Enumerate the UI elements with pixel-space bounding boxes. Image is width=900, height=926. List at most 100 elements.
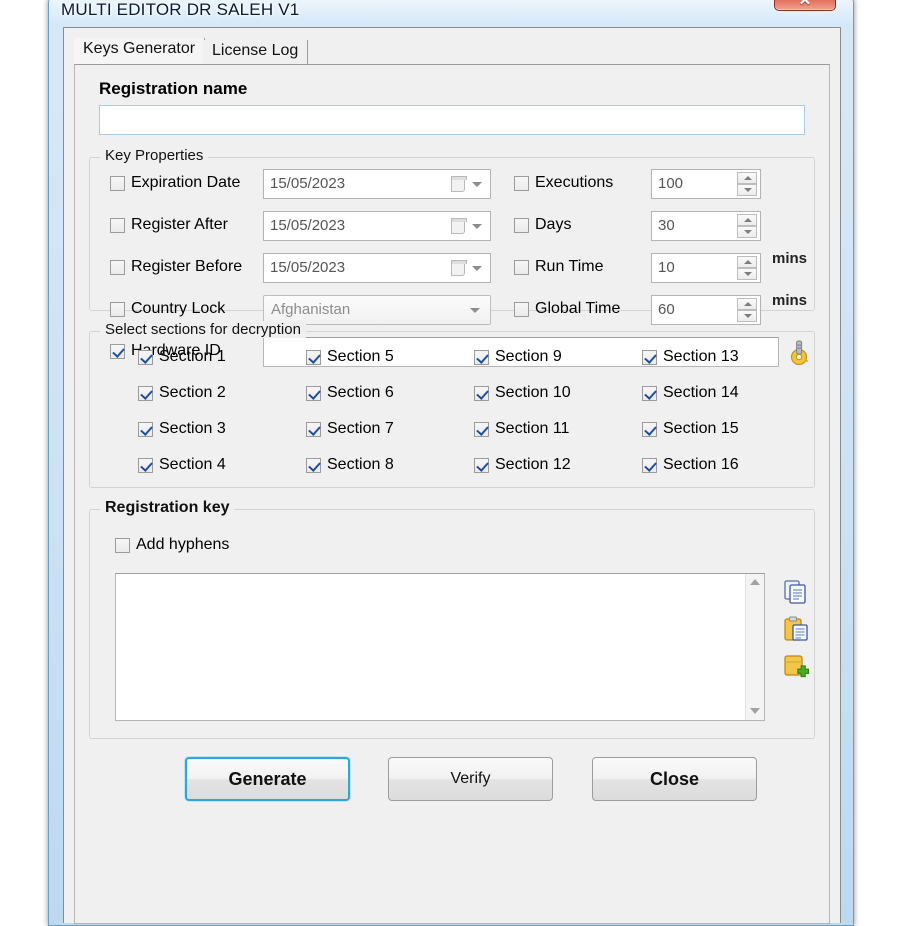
add-hyphens-row: Add hyphens: [115, 536, 229, 554]
stepper-buttons: [737, 298, 757, 323]
add-hyphens-checkbox[interactable]: [115, 537, 130, 553]
register-before-checkbox[interactable]: [110, 259, 125, 275]
section-label-14: Section 14: [663, 384, 739, 401]
sections-group: Select sections for decryption Section 1…: [89, 321, 815, 488]
add-icon[interactable]: [782, 652, 810, 680]
calendar-icon: [451, 218, 467, 234]
section-label-6: Section 6: [327, 384, 394, 401]
stepper-up-icon[interactable]: [737, 172, 757, 184]
section-checkbox-15[interactable]: [642, 421, 657, 437]
register-before-value: 15/05/2023: [270, 259, 346, 276]
executions-checkbox[interactable]: [514, 175, 529, 191]
registration-key-scrollbar[interactable]: [745, 574, 764, 720]
section-checkbox-3[interactable]: [138, 421, 153, 437]
days-checkbox[interactable]: [514, 217, 529, 233]
registration-key-group: Registration key Add hyphens: [89, 499, 815, 739]
section-checkbox-8[interactable]: [306, 457, 321, 473]
key-property-right-row: Global Time: [514, 300, 620, 318]
country-lock-checkbox[interactable]: [110, 301, 125, 317]
stepper-up-icon[interactable]: [737, 256, 757, 268]
section-checkbox-10[interactable]: [474, 385, 489, 401]
global-time-value: 60: [658, 301, 675, 318]
stepper-down-icon[interactable]: [737, 310, 757, 322]
section-label-11: Section 11: [495, 420, 570, 437]
section-checkbox-12[interactable]: [474, 457, 489, 473]
section-checkbox-row: Section 12: [474, 456, 571, 474]
stepper-buttons: [737, 256, 757, 281]
run-time-label: Run Time: [535, 258, 604, 275]
days-label: Days: [535, 216, 572, 233]
register-after-date-picker[interactable]: 15/05/2023: [263, 211, 491, 241]
register-after-checkbox[interactable]: [110, 217, 125, 233]
unit-label-3: mins: [772, 292, 808, 309]
section-checkbox-13[interactable]: [642, 349, 657, 365]
section-checkbox-16[interactable]: [642, 457, 657, 473]
days-value: 30: [658, 217, 675, 234]
paste-icon[interactable]: [782, 615, 810, 643]
section-label-16: Section 16: [663, 456, 739, 473]
section-checkbox-row: Section 14: [642, 384, 739, 402]
close-button-bottom[interactable]: Close: [592, 757, 757, 801]
scroll-up-icon[interactable]: [746, 574, 764, 591]
executions-label: Executions: [535, 174, 614, 191]
calendar-icon: [451, 176, 467, 192]
tab-panel-keys-generator: Registration name Key Properties Expirat…: [74, 64, 830, 924]
verify-button[interactable]: Verify: [388, 757, 553, 801]
stepper-down-icon[interactable]: [737, 268, 757, 280]
section-checkbox-2[interactable]: [138, 385, 153, 401]
section-checkbox-row: Section 15: [642, 420, 739, 438]
section-checkbox-row: Section 2: [138, 384, 226, 402]
register-before-date-picker[interactable]: 15/05/2023: [263, 253, 491, 283]
stepper-buttons: [737, 172, 757, 197]
window-title: MULTI EDITOR DR SALEH V1: [61, 0, 300, 19]
section-checkbox-7[interactable]: [306, 421, 321, 437]
key-properties-caption: Key Properties: [100, 147, 209, 164]
stepper-down-icon[interactable]: [737, 184, 757, 196]
section-checkbox-row: Section 16: [642, 456, 739, 474]
section-checkbox-row: Section 13: [642, 348, 739, 366]
stepper-up-icon[interactable]: [737, 298, 757, 310]
run-time-stepper[interactable]: 10: [651, 253, 761, 283]
section-label-15: Section 15: [663, 420, 739, 437]
title-bar: MULTI EDITOR DR SALEH V1: [49, 0, 853, 27]
registration-key-textarea[interactable]: [115, 573, 765, 721]
close-window-button[interactable]: ✕: [774, 0, 836, 11]
tab-license-log[interactable]: License Log: [203, 40, 309, 64]
register-after-row: Register After: [110, 216, 228, 234]
generate-button[interactable]: Generate: [185, 757, 350, 801]
scroll-down-icon[interactable]: [746, 703, 764, 720]
executions-stepper[interactable]: 100: [651, 169, 761, 199]
executions-value: 100: [658, 175, 684, 192]
section-label-12: Section 12: [495, 456, 571, 473]
section-checkbox-5[interactable]: [306, 349, 321, 365]
chevron-down-icon: [472, 266, 482, 271]
section-checkbox-4[interactable]: [138, 457, 153, 473]
section-checkbox-row: Section 7: [306, 420, 394, 438]
expiration-date-picker[interactable]: 15/05/2023: [263, 169, 491, 199]
stepper-down-icon[interactable]: [737, 226, 757, 238]
expiration-date-value: 15/05/2023: [270, 175, 346, 192]
section-checkbox-1[interactable]: [138, 349, 153, 365]
section-label-8: Section 8: [327, 456, 394, 473]
chevron-down-icon: [472, 224, 482, 229]
register-before-row: Register Before: [110, 258, 242, 276]
section-checkbox-9[interactable]: [474, 349, 489, 365]
global-time-checkbox[interactable]: [514, 301, 529, 317]
section-checkbox-11[interactable]: [474, 421, 489, 437]
add-hyphens-label: Add hyphens: [136, 536, 230, 553]
section-checkbox-14[interactable]: [642, 385, 657, 401]
days-stepper[interactable]: 30: [651, 211, 761, 241]
register-after-label: Register After: [131, 216, 228, 233]
section-checkbox-row: Section 6: [306, 384, 394, 402]
country-lock-row: Country Lock: [110, 300, 225, 318]
stepper-up-icon[interactable]: [737, 214, 757, 226]
section-label-10: Section 10: [495, 384, 571, 401]
global-time-stepper[interactable]: 60: [651, 295, 761, 325]
registration-name-input[interactable]: [99, 105, 805, 135]
expiration-date-checkbox[interactable]: [110, 175, 125, 191]
unit-label-2: mins: [772, 250, 808, 267]
run-time-checkbox[interactable]: [514, 259, 529, 275]
copy-icon[interactable]: [782, 578, 810, 606]
section-checkbox-6[interactable]: [306, 385, 321, 401]
tab-keys-generator[interactable]: Keys Generator: [74, 38, 206, 64]
